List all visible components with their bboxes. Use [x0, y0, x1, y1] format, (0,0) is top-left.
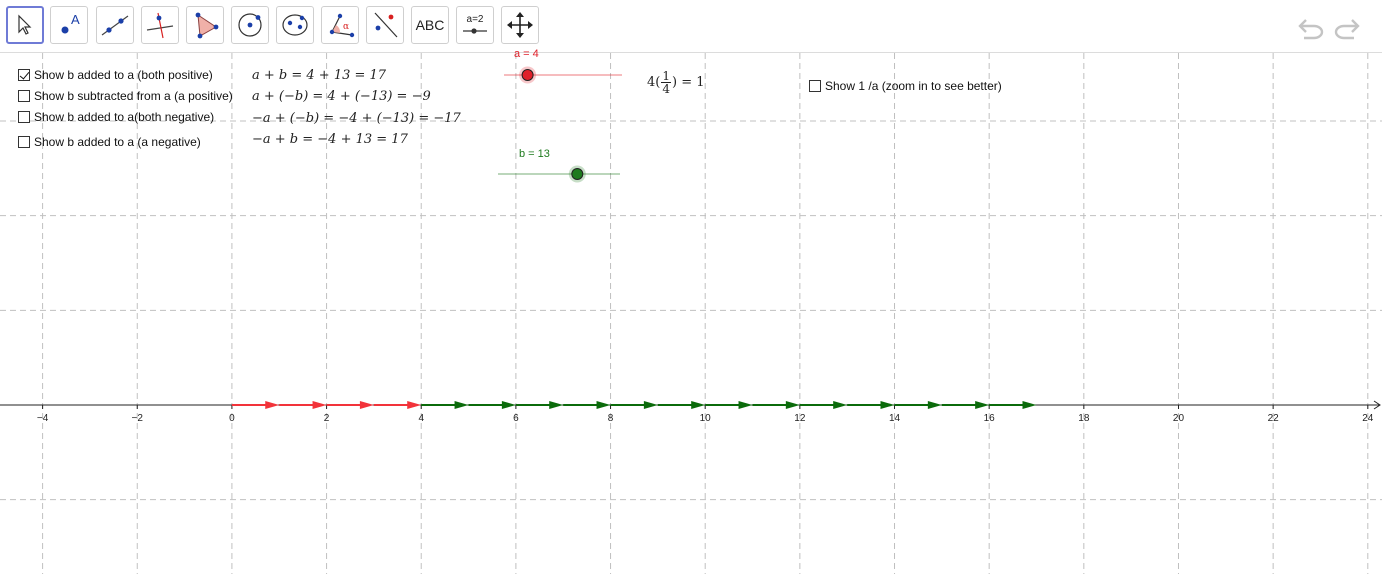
checkbox-box[interactable]	[18, 111, 30, 123]
move-tool-button[interactable]	[6, 6, 44, 44]
x-tick-label: 16	[984, 413, 996, 424]
svg-text:A: A	[71, 12, 80, 27]
x-tick-label: 22	[1268, 413, 1280, 424]
vector-arrowhead	[833, 401, 848, 409]
text-icon: ABC	[415, 17, 445, 33]
checkbox-subtract-positive[interactable]: Show b subtracted from a (a positive)	[18, 89, 233, 103]
slider-b-label: b = 13	[519, 148, 550, 160]
sliders	[498, 66, 622, 183]
x-tick-label: −2	[132, 413, 144, 424]
vector-arrowhead	[738, 401, 753, 409]
line-through-points-icon	[101, 15, 129, 36]
vector-arrowhead	[359, 401, 374, 409]
perpendicular-line-icon	[146, 12, 174, 39]
slider-label: a=2	[466, 14, 484, 25]
conic-tool-button[interactable]	[276, 6, 314, 44]
toolbar: A α ABC a=2	[0, 0, 1382, 53]
vector-arrowhead	[1022, 401, 1037, 409]
x-tick-label: 0	[229, 413, 235, 424]
vector-arrowhead	[312, 401, 327, 409]
perpendicular-line-tool-button[interactable]	[141, 6, 179, 44]
x-tick-label: 24	[1362, 413, 1374, 424]
reciprocal-expression: 4( 1 4 ) = 1	[647, 70, 704, 95]
checkbox-box[interactable]	[809, 80, 821, 92]
checkbox-label: Show b added to a (a negative)	[34, 135, 201, 149]
circle-center-point-icon	[238, 13, 262, 37]
polygon-icon	[195, 12, 219, 39]
reciprocal-suffix: ) = 1	[671, 75, 705, 90]
vector-arrowhead	[549, 401, 564, 409]
angle-icon: α	[329, 13, 355, 38]
point-tool-button[interactable]: A	[50, 6, 88, 44]
slider-a-label: a = 4	[514, 48, 539, 60]
x-tick-label: 2	[324, 413, 330, 424]
checkbox-label: Show b subtracted from a (a positive)	[34, 89, 233, 103]
vector-arrowhead	[501, 401, 516, 409]
coordinate-plane[interactable]: −4 −2 0 2 4 6 8 10 12 14 16 18 20 22 24	[0, 53, 1382, 574]
checkbox-a-negative[interactable]: Show b added to a (a negative)	[18, 135, 201, 149]
vector-arrowhead	[691, 401, 706, 409]
vector-arrowhead	[975, 401, 990, 409]
svg-text:α: α	[343, 22, 349, 32]
x-tick-label: 8	[608, 413, 614, 424]
x-tick-label: 6	[513, 413, 519, 424]
vector-arrowhead	[596, 401, 611, 409]
expression-a-negative: −a + b = −4 + 13 = 17	[252, 132, 408, 147]
undo-icon[interactable]	[1296, 12, 1326, 40]
angle-tool-button[interactable]: α	[321, 6, 359, 44]
x-tick-label: 14	[889, 413, 901, 424]
vector-arrows	[231, 401, 1037, 409]
pointer-arrow-icon	[18, 14, 32, 35]
checkbox-both-positive[interactable]: Show b added to a (both positive)	[18, 68, 213, 82]
reflect-tool-button[interactable]	[366, 6, 404, 44]
fraction: 1 4	[661, 70, 671, 95]
checkbox-label: Show 1 /a (zoom in to see better)	[825, 79, 1002, 93]
fraction-denominator: 4	[662, 82, 670, 96]
line-tool-button[interactable]	[96, 6, 134, 44]
checkbox-box[interactable]	[18, 69, 30, 81]
checkbox-box[interactable]	[18, 90, 30, 102]
expression-subtract-positive: a + (−b) = 4 + (−13) = −9	[252, 89, 431, 104]
vector-arrowhead	[454, 401, 469, 409]
checkbox-both-negative[interactable]: Show b added to a(both negative)	[18, 110, 214, 124]
expression-both-positive: a + b = 4 + 13 = 17	[252, 68, 387, 83]
vector-arrowhead	[407, 401, 422, 409]
move-view-icon	[507, 12, 533, 38]
ellipse-icon	[282, 14, 308, 36]
text-tool-button[interactable]: ABC	[411, 6, 449, 44]
x-tick-label: 10	[700, 413, 712, 424]
checkbox-box[interactable]	[18, 136, 30, 148]
redo-icon[interactable]	[1332, 12, 1362, 40]
slider-handle[interactable]	[571, 168, 584, 180]
checkbox-show-reciprocal[interactable]: Show 1 /a (zoom in to see better)	[809, 79, 1002, 93]
reciprocal-prefix: 4(	[647, 75, 661, 90]
slider-handle[interactable]	[521, 69, 534, 81]
x-tick-label: 20	[1173, 413, 1185, 424]
x-tick-label: 18	[1078, 413, 1090, 424]
grid-lines	[0, 53, 1382, 574]
move-graphics-view-tool-button[interactable]	[501, 6, 539, 44]
checkbox-label: Show b added to a (both positive)	[34, 68, 213, 82]
vector-arrowhead	[785, 401, 800, 409]
circle-tool-button[interactable]	[231, 6, 269, 44]
point-icon: A	[61, 12, 80, 34]
vector-arrowhead	[643, 401, 658, 409]
x-tick-label: 12	[794, 413, 806, 424]
reflect-about-line-icon	[374, 12, 398, 38]
expression-both-negative: −a + (−b) = −4 + (−13) = −17	[252, 111, 461, 126]
x-tick-label: −4	[37, 413, 49, 424]
graphics-view[interactable]: −4 −2 0 2 4 6 8 10 12 14 16 18 20 22 24 Show b added t…	[0, 48, 1382, 574]
x-tick-label: 4	[418, 413, 424, 424]
vector-arrowhead	[927, 401, 942, 409]
polygon-tool-button[interactable]	[186, 6, 224, 44]
vector-arrowhead	[880, 401, 895, 409]
vector-arrowhead	[265, 401, 280, 409]
checkbox-label: Show b added to a(both negative)	[34, 110, 215, 124]
slider-tool-button[interactable]: a=2	[456, 6, 494, 44]
